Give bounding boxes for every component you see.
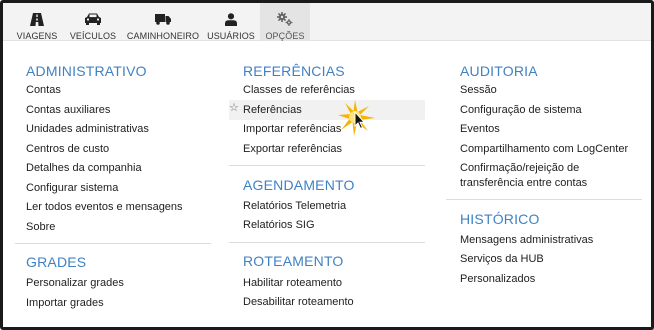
section-divider xyxy=(229,242,425,243)
menu-item-servicos-da-hub[interactable]: Serviços da HUB xyxy=(460,253,544,265)
top-tab-bar: VIAGENS VEÍCULOS CAMINHONEIRO USUÁRIOS O… xyxy=(3,3,651,41)
menu-item-mensagens-administrativas[interactable]: Mensagens administrativas xyxy=(460,234,593,246)
gears-icon xyxy=(277,9,293,29)
menu-item-line: transferência entre contas xyxy=(460,177,588,189)
menu-item-configurar-sistema[interactable]: Configurar sistema xyxy=(26,182,118,194)
menu-item-ler-eventos-mensagens[interactable]: Ler todos eventos e mensagens xyxy=(26,201,183,213)
section-divider xyxy=(446,199,642,200)
menu-item-contas[interactable]: Contas xyxy=(26,84,61,96)
section-divider xyxy=(15,243,211,244)
car-icon xyxy=(84,9,102,29)
menu-item-compartilhamento-logcenter[interactable]: Compartilhamento com LogCenter xyxy=(460,143,628,155)
menu-item-unidades-administrativas[interactable]: Unidades administrativas xyxy=(26,123,149,135)
section-title-agendamento: AGENDAMENTO xyxy=(243,177,355,193)
menu-item-referencias[interactable]: Referências xyxy=(243,104,302,116)
menu-item-relatorios-sig[interactable]: Relatórios SIG xyxy=(243,219,315,231)
menu-item-contas-auxiliares[interactable]: Contas auxiliares xyxy=(26,104,110,116)
options-menu-window: VIAGENS VEÍCULOS CAMINHONEIRO USUÁRIOS O… xyxy=(0,0,654,330)
menu-item-relatorios-telemetria[interactable]: Relatórios Telemetria xyxy=(243,200,346,212)
mouse-pointer-icon xyxy=(337,98,377,143)
section-divider xyxy=(229,165,425,166)
menu-item-centros-de-custo[interactable]: Centros de custo xyxy=(26,143,109,155)
menu-item-importar-grades[interactable]: Importar grades xyxy=(26,297,104,309)
menu-item-configuracao-de-sistema[interactable]: Configuração de sistema xyxy=(460,104,582,116)
star-favorite-icon[interactable]: ☆ xyxy=(229,101,239,114)
menu-item-personalizar-grades[interactable]: Personalizar grades xyxy=(26,277,124,289)
user-icon xyxy=(225,9,237,29)
tab-label: OPÇÕES xyxy=(265,31,305,41)
tab-viagens[interactable]: VIAGENS xyxy=(13,3,61,41)
section-title-auditoria: AUDITORIA xyxy=(460,63,538,79)
menu-item-sessao[interactable]: Sessão xyxy=(460,84,497,96)
tab-label: VEÍCULOS xyxy=(69,31,117,41)
menu-item-sobre[interactable]: Sobre xyxy=(26,221,55,233)
menu-item-eventos[interactable]: Eventos xyxy=(460,123,500,135)
truck-icon xyxy=(155,9,171,29)
tab-label: CAMINHONEIRO xyxy=(126,31,200,41)
section-title-referencias: REFERÊNCIAS xyxy=(243,63,345,79)
road-icon xyxy=(30,9,44,29)
tab-caminhoneiro[interactable]: CAMINHONEIRO xyxy=(125,3,201,41)
menu-item-classes-de-referencias[interactable]: Classes de referências xyxy=(243,84,355,96)
tab-label: VIAGENS xyxy=(16,31,58,41)
menu-item-importar-referencias[interactable]: Importar referências xyxy=(243,123,341,135)
menu-item-line: Confirmação/rejeição de xyxy=(460,162,580,174)
tab-veiculos[interactable]: VEÍCULOS xyxy=(65,3,121,41)
menu-item-habilitar-roteamento[interactable]: Habilitar roteamento xyxy=(243,277,342,289)
section-title-roteamento: ROTEAMENTO xyxy=(243,253,344,269)
section-title-grades: GRADES xyxy=(26,254,87,270)
menu-item-desabilitar-roteamento[interactable]: Desabilitar roteamento xyxy=(243,296,354,308)
tab-label: USUÁRIOS xyxy=(207,31,255,41)
tab-usuarios[interactable]: USUÁRIOS xyxy=(205,3,257,41)
section-title-administrativo: ADMINISTRATIVO xyxy=(26,63,147,79)
menu-item-personalizados[interactable]: Personalizados xyxy=(460,273,535,285)
menu-item-exportar-referencias[interactable]: Exportar referências xyxy=(243,143,342,155)
section-title-historico: HISTÓRICO xyxy=(460,211,540,227)
tab-opcoes[interactable]: OPÇÕES xyxy=(260,3,310,41)
menu-item-detalhes-da-companhia[interactable]: Detalhes da companhia xyxy=(26,162,142,174)
